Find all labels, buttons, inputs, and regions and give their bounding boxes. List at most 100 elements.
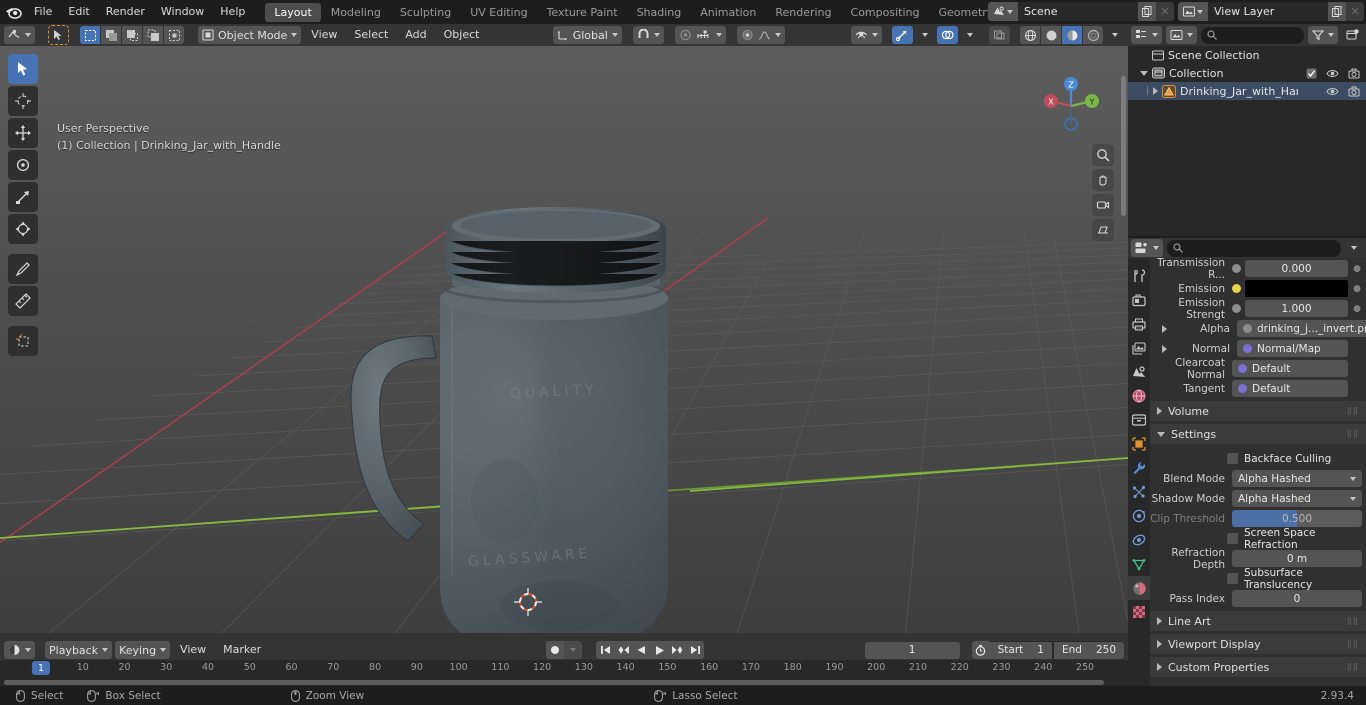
- drag-grip-icon[interactable]: ⣿⣿: [1347, 641, 1359, 648]
- properties-tab-render[interactable]: [1128, 288, 1150, 312]
- workspace-tab-sculpting[interactable]: Sculpting: [391, 3, 460, 22]
- properties-tab-texture[interactable]: [1128, 600, 1150, 624]
- camera-render-icon[interactable]: [1348, 68, 1360, 79]
- transform-orientation-selector[interactable]: Global: [552, 26, 622, 44]
- snap-toggle[interactable]: [632, 26, 664, 44]
- property-link-value[interactable]: Default: [1232, 380, 1348, 397]
- jump-to-end-button[interactable]: [686, 641, 705, 659]
- setting-blend-mode[interactable]: Blend Mode Alpha Hashed: [1150, 469, 1362, 488]
- property-emission[interactable]: Emission ●: [1150, 279, 1362, 298]
- unlink-scene-button[interactable]: ✕: [1156, 2, 1174, 21]
- setting-value[interactable]: Alpha Hashed: [1232, 470, 1362, 487]
- expander-right-icon[interactable]: [1162, 324, 1167, 333]
- gizmo-toggle[interactable]: [892, 26, 913, 44]
- panel-viewport-display[interactable]: Viewport Display ⣿⣿: [1150, 634, 1366, 654]
- xray-toggle[interactable]: [989, 26, 1010, 44]
- tool-annotate-icon[interactable]: [8, 254, 38, 284]
- property-clearcoat-normal[interactable]: Clearcoat Normal Default: [1150, 357, 1362, 381]
- shading-material-preview-icon[interactable]: [1062, 26, 1082, 44]
- eye-icon[interactable]: [1326, 68, 1339, 79]
- camera-view-icon[interactable]: [1092, 194, 1114, 216]
- timeline-menu-marker[interactable]: Marker: [216, 641, 268, 659]
- property-color-swatch[interactable]: [1245, 280, 1348, 297]
- scene-selector[interactable]: Scene ✕: [988, 2, 1174, 21]
- auto-keying-dropdown[interactable]: [564, 641, 583, 659]
- animate-decorator-icon[interactable]: ●: [1352, 264, 1362, 274]
- property-value[interactable]: 0.000: [1245, 260, 1348, 277]
- visibility-selector[interactable]: [851, 26, 882, 44]
- jump-to-start-button[interactable]: [596, 641, 615, 659]
- select-extend-icon[interactable]: [122, 26, 142, 44]
- view-layer-name[interactable]: View Layer: [1208, 2, 1328, 21]
- property-link-value[interactable]: drinking_j..._invert.pn: [1237, 320, 1366, 337]
- timeline-scrollbar-horizontal[interactable]: [4, 680, 1104, 685]
- setting-refraction-depth[interactable]: Refraction Depth 0 m: [1150, 547, 1362, 571]
- expander-right-icon[interactable]: [1162, 344, 1167, 353]
- current-frame-field[interactable]: 1: [864, 641, 960, 659]
- properties-tab-material[interactable]: [1128, 576, 1150, 600]
- select-set-icon[interactable]: [101, 26, 121, 44]
- setting-value[interactable]: 0: [1232, 590, 1362, 607]
- timeline-ruler[interactable]: 1 10 20 30 40 50 60 70 80 90 100 110 120 130 140 150 160…: [0, 660, 1128, 676]
- tool-select-box-icon[interactable]: [8, 54, 38, 84]
- zoom-view-icon[interactable]: [1092, 144, 1114, 166]
- play-reverse-button[interactable]: [632, 641, 651, 659]
- property-link-value[interactable]: Default: [1232, 360, 1348, 377]
- properties-tab-physics[interactable]: [1128, 504, 1150, 528]
- expander-right-icon[interactable]: [1157, 617, 1162, 625]
- expander-right-icon[interactable]: [1157, 407, 1162, 415]
- workspace-tab-rendering[interactable]: Rendering: [766, 3, 840, 22]
- setting-value[interactable]: Alpha Hashed: [1232, 490, 1362, 507]
- outliner-row-scene-collection[interactable]: Scene Collection: [1128, 46, 1366, 64]
- proportional-falloff-selector[interactable]: [736, 26, 785, 44]
- shading-dropdown[interactable]: [1106, 26, 1124, 44]
- drag-grip-icon[interactable]: ⣿⣿: [1347, 664, 1359, 671]
- gizmo-dropdown[interactable]: [916, 26, 934, 44]
- checkbox-icon[interactable]: [1227, 573, 1238, 584]
- properties-search-input[interactable]: [1167, 239, 1341, 257]
- tool-rotate-icon[interactable]: [8, 150, 38, 180]
- tool-measure-icon[interactable]: [8, 286, 38, 316]
- properties-tab-object[interactable]: [1128, 432, 1150, 456]
- outliner-row-drinking-jar[interactable]: | Drinking_Jar_with_Handle: [1128, 82, 1366, 100]
- workspace-tab-uv-editing[interactable]: UV Editing: [461, 3, 536, 22]
- menu-window[interactable]: Window: [153, 2, 212, 22]
- properties-tab-constraints[interactable]: [1128, 528, 1150, 552]
- play-button[interactable]: [650, 641, 669, 659]
- select-box-icon[interactable]: [80, 26, 100, 44]
- tool-tweak-button[interactable]: [48, 25, 69, 45]
- remove-view-layer-button[interactable]: ✕: [1346, 2, 1364, 21]
- animate-decorator-icon[interactable]: ●: [1352, 304, 1362, 314]
- viewport-navigation-gizmo[interactable]: Z Y X: [1036, 71, 1106, 141]
- property-transmission-roughness[interactable]: Transmission R... 0.000 ●: [1150, 258, 1362, 281]
- mode-selector[interactable]: Object Mode: [198, 26, 302, 44]
- view-layer-selector[interactable]: View Layer ✕: [1178, 2, 1364, 21]
- setting-screen-space-refraction[interactable]: Screen Space Refraction: [1150, 527, 1362, 551]
- tool-move-icon[interactable]: [8, 118, 38, 148]
- timeline-menu-playback[interactable]: Playback: [45, 641, 113, 659]
- tool-cursor-icon[interactable]: [8, 86, 38, 116]
- properties-tab-particles[interactable]: [1128, 480, 1150, 504]
- checkbox-icon[interactable]: [1227, 453, 1238, 464]
- workspace-tab-compositing[interactable]: Compositing: [842, 3, 929, 22]
- expander-right-icon[interactable]: [1157, 640, 1162, 648]
- outliner-editor-type[interactable]: [1131, 26, 1162, 44]
- panel-settings[interactable]: Settings ⣿⣿: [1150, 424, 1366, 444]
- expander-down-icon[interactable]: [1157, 431, 1165, 437]
- viewport-scrollbar-vertical[interactable]: [1121, 76, 1126, 216]
- setting-value[interactable]: 0.500: [1232, 510, 1362, 527]
- end-frame-field[interactable]: End 250: [1053, 641, 1124, 659]
- setting-clip-threshold[interactable]: Clip Threshold 0.500: [1150, 509, 1362, 528]
- setting-shadow-mode[interactable]: Shadow Mode Alpha Hashed: [1150, 489, 1362, 508]
- properties-browse-id[interactable]: [1131, 239, 1163, 257]
- timeline-body[interactable]: 1 10 20 30 40 50 60 70 80 90 100 110 120 130 140 150 160…: [0, 660, 1128, 686]
- viewport-3d[interactable]: QUALITY GLASSWARE User Perspective (1) C…: [0, 46, 1128, 640]
- checkbox-icon[interactable]: [1227, 533, 1238, 544]
- workspace-tab-texture-paint[interactable]: Texture Paint: [538, 3, 627, 22]
- toggle-orthographic-icon[interactable]: [1092, 219, 1114, 241]
- property-link-value[interactable]: Normal/Map: [1237, 340, 1348, 357]
- pan-view-icon[interactable]: [1092, 169, 1114, 191]
- select-subtract-icon[interactable]: [143, 26, 163, 44]
- expander-right-icon[interactable]: [1157, 663, 1162, 671]
- outliner-filter-button[interactable]: [1308, 26, 1338, 44]
